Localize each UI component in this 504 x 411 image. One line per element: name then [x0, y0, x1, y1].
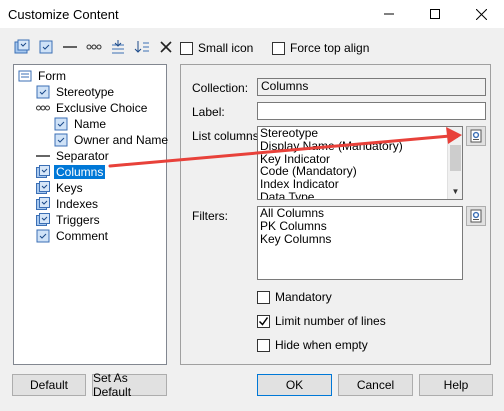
list-item[interactable]: Data Type: [258, 191, 462, 199]
tree-item-columns[interactable]: Columns: [36, 164, 106, 180]
force-top-align-checkbox[interactable]: [272, 41, 285, 55]
move-down-icon[interactable]: [108, 37, 128, 57]
add-item-icon[interactable]: [36, 37, 56, 57]
mandatory-option[interactable]: Mandatory: [257, 290, 332, 304]
maximize-icon: [430, 9, 440, 19]
mandatory-label: Mandatory: [275, 290, 332, 304]
window-title: Customize Content: [8, 6, 119, 22]
tree-item-label: Exclusive Choice: [56, 101, 148, 115]
close-icon: [475, 8, 487, 20]
tree-item-label: Indexes: [56, 197, 99, 211]
help-button[interactable]: Help: [419, 374, 493, 396]
list-item[interactable]: Key Columns: [258, 232, 462, 246]
tree-item-comment[interactable]: Comment: [36, 228, 110, 244]
tree-item-owner-and-name[interactable]: Owner and Name: [54, 132, 170, 148]
attribute-icon: [54, 133, 68, 147]
tree-item-label: Comment: [56, 229, 109, 243]
scroll-down-icon[interactable]: ▼: [448, 183, 462, 199]
set-as-default-button[interactable]: Set As Default: [92, 371, 167, 399]
tree-item-label: Separator: [56, 149, 109, 163]
collection-icon: [36, 181, 50, 194]
force-top-align-label: Force top align: [290, 41, 370, 55]
hide-empty-checkbox[interactable]: [257, 338, 270, 352]
list-item[interactable]: Display Name (Mandatory): [258, 139, 462, 153]
content-tree[interactable]: Form Stereotype Exclusive Choice Name Ow…: [13, 64, 170, 365]
collection-icon: [36, 197, 50, 210]
tree-item-label: Triggers: [56, 213, 100, 227]
list-item[interactable]: All Columns: [258, 207, 462, 220]
scroll-thumb[interactable]: [450, 145, 461, 171]
list-columns-scrollbar[interactable]: ▲ ▼: [447, 127, 462, 199]
tree-item-exclusive-choice[interactable]: Exclusive Choice: [36, 100, 149, 116]
separator-icon: [36, 155, 50, 157]
list-columns-select-button[interactable]: [466, 126, 486, 146]
tree-item-label: Form: [38, 69, 66, 83]
close-button[interactable]: [458, 0, 504, 28]
tree-item-form[interactable]: Form: [18, 68, 68, 84]
tree-item-triggers[interactable]: Triggers: [36, 212, 102, 228]
title-bar: Customize Content: [0, 0, 504, 28]
minimize-icon: [384, 13, 394, 15]
list-item[interactable]: Stereotype: [258, 127, 462, 140]
collection-icon: [36, 165, 50, 178]
tree-item-label: Owner and Name: [74, 133, 169, 147]
set-as-default-label: Set As Default: [93, 371, 132, 399]
checkmark-icon: [258, 316, 269, 326]
delete-icon[interactable]: [156, 37, 176, 57]
attribute-icon: [54, 117, 68, 131]
ok-button[interactable]: OK: [257, 374, 332, 396]
tree-item-label: Stereotype: [56, 85, 115, 99]
attribute-icon: [36, 229, 50, 243]
attribute-icon: [36, 85, 50, 99]
list-columns-label: List columns:: [192, 129, 263, 143]
properties-icon: [470, 209, 482, 223]
limit-lines-option[interactable]: Limit number of lines: [257, 314, 386, 328]
hide-empty-option[interactable]: Hide when empty: [257, 338, 368, 352]
filters-select-button[interactable]: [466, 206, 486, 226]
sort-icon[interactable]: [132, 37, 152, 57]
help-label: Help: [443, 378, 469, 392]
mandatory-checkbox[interactable]: [257, 290, 270, 304]
exclusive-choice-icon: [36, 105, 50, 111]
filters-label: Filters:: [192, 209, 228, 223]
list-item[interactable]: PK Columns: [258, 219, 462, 233]
exclusive-choice-icon[interactable]: [84, 37, 104, 57]
tree-item-keys[interactable]: Keys: [36, 180, 85, 196]
limit-lines-label: Limit number of lines: [275, 314, 386, 328]
scroll-up-icon[interactable]: ▲: [448, 127, 462, 143]
tree-item-separator[interactable]: Separator: [36, 148, 111, 164]
tree-item-stereotype[interactable]: Stereotype: [36, 84, 116, 100]
tree-item-label: Name: [74, 117, 107, 131]
filters-listbox[interactable]: All Columns PK Columns Key Columns: [257, 206, 463, 280]
maximize-button[interactable]: [412, 0, 458, 28]
tree-item-name[interactable]: Name: [54, 116, 108, 132]
tree-item-label: Columns: [54, 165, 106, 179]
toolbar: [12, 36, 176, 58]
collection-label: Collection:: [192, 81, 249, 95]
cancel-button[interactable]: Cancel: [338, 374, 413, 396]
small-icon-checkbox[interactable]: [180, 41, 193, 55]
tree-item-label: Keys: [56, 181, 83, 195]
limit-lines-checkbox[interactable]: [257, 314, 270, 328]
default-button[interactable]: Default: [12, 374, 86, 396]
label-label: Label:: [192, 105, 225, 119]
force-top-align-option[interactable]: Force top align: [272, 41, 369, 55]
small-icon-label: Small icon: [198, 41, 254, 55]
properties-icon: [470, 129, 482, 143]
label-input[interactable]: [257, 102, 486, 120]
tree-item-indexes[interactable]: Indexes: [36, 196, 100, 212]
separator-icon[interactable]: [60, 37, 80, 57]
ok-label: OK: [285, 378, 304, 392]
hide-empty-label: Hide when empty: [275, 338, 368, 352]
collection-icon: [36, 213, 50, 226]
small-icon-option[interactable]: Small icon: [180, 41, 253, 55]
minimize-button[interactable]: [366, 0, 412, 28]
list-columns-listbox[interactable]: Stereotype Display Name (Mandatory) Key …: [257, 126, 463, 200]
collection-field: Columns: [257, 78, 486, 96]
add-collection-icon[interactable]: [12, 37, 32, 57]
form-icon: [18, 70, 32, 82]
cancel-label: Cancel: [356, 378, 395, 392]
default-button-label: Default: [29, 378, 69, 392]
